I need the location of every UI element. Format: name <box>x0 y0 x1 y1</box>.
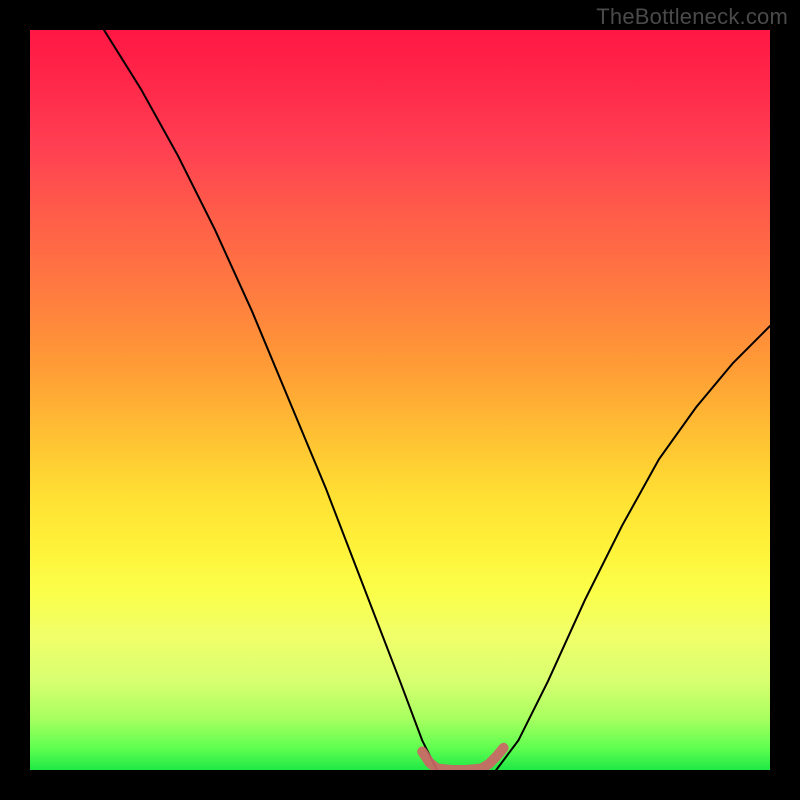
curve-left <box>104 30 437 770</box>
curve-right <box>496 326 770 770</box>
plot-area <box>30 30 770 770</box>
chart-frame: TheBottleneck.com <box>0 0 800 800</box>
watermark-text: TheBottleneck.com <box>596 4 788 30</box>
bottom-bracket <box>422 748 503 770</box>
chart-svg <box>30 30 770 770</box>
